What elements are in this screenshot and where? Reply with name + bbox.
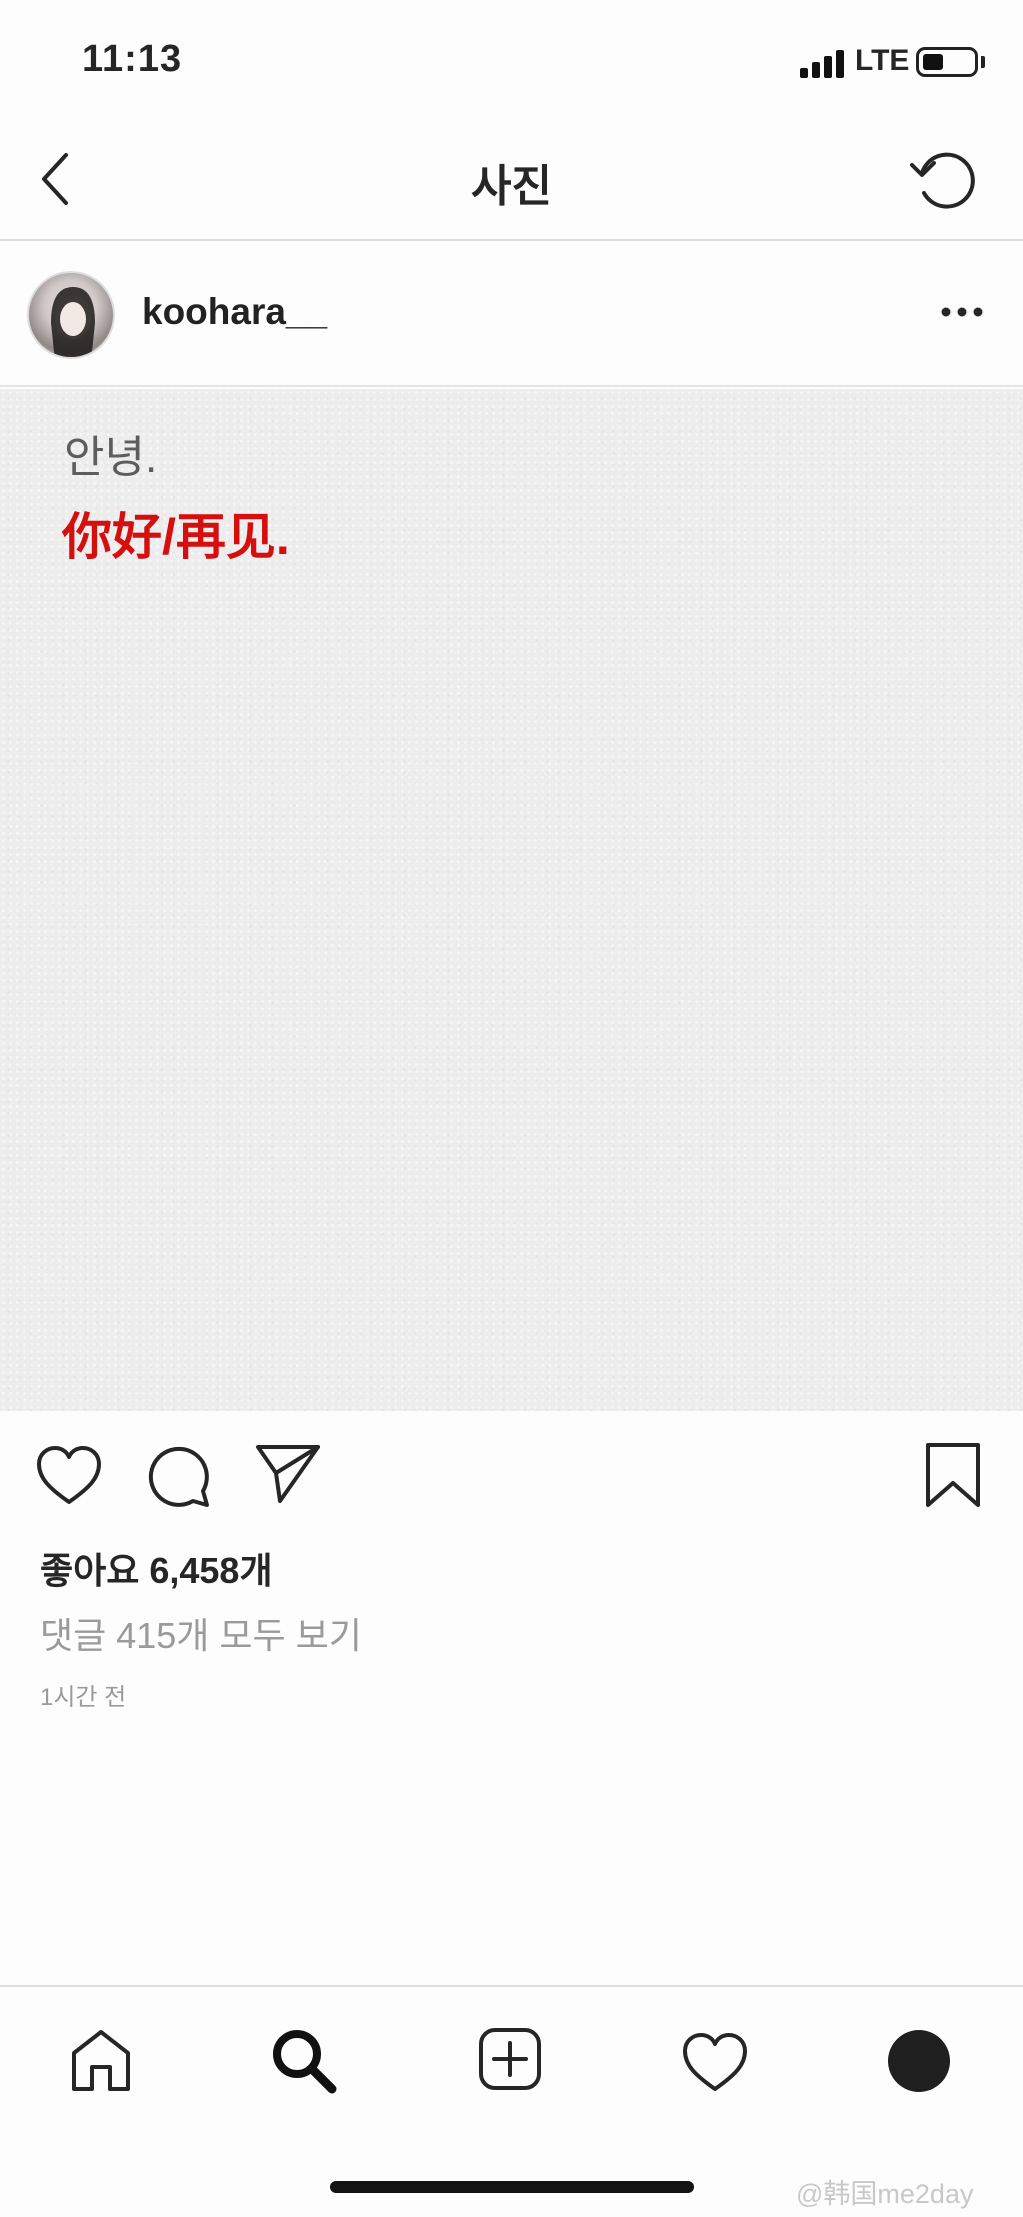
- activity-heart-icon[interactable]: [681, 2031, 749, 2093]
- status-bar: 11:13 LTE: [0, 0, 1023, 125]
- post-text-highlight: 你好/再见.: [62, 509, 290, 565]
- home-icon[interactable]: [68, 2027, 134, 2093]
- bookmark-icon[interactable]: [924, 1441, 982, 1511]
- refresh-icon[interactable]: [908, 143, 980, 215]
- profile-tab-icon[interactable]: [888, 2030, 950, 2092]
- network-label: LTE: [855, 44, 910, 77]
- status-time: 11:13: [82, 38, 183, 80]
- nav-bar: 사진: [0, 125, 1023, 241]
- more-options-icon[interactable]: [940, 305, 984, 319]
- battery-icon: [916, 47, 978, 77]
- share-icon[interactable]: [254, 1443, 322, 1505]
- search-icon[interactable]: [270, 2027, 338, 2095]
- signal-icon: [800, 50, 846, 78]
- add-post-icon[interactable]: [477, 2026, 543, 2092]
- watermark-text: @韩国me2day: [796, 2179, 974, 2209]
- view-comments-link[interactable]: 댓글 415개 모두 보기: [40, 1607, 362, 1659]
- post-text-line: 안녕.: [64, 433, 158, 482]
- post-image[interactable]: 안녕. 你好/再见.: [0, 389, 1023, 1411]
- likes-count[interactable]: 좋아요 6,458개: [40, 1542, 273, 1594]
- home-indicator[interactable]: [330, 2181, 694, 2193]
- avatar[interactable]: [27, 271, 115, 359]
- like-icon[interactable]: [35, 1444, 103, 1506]
- page-title: 사진: [471, 162, 552, 211]
- post-username[interactable]: koohara__: [142, 291, 327, 333]
- post-header: koohara__: [0, 243, 1023, 387]
- comment-icon[interactable]: [147, 1443, 213, 1509]
- avatar-image: [51, 287, 95, 357]
- post-timestamp: 1시간 전: [40, 1684, 127, 1711]
